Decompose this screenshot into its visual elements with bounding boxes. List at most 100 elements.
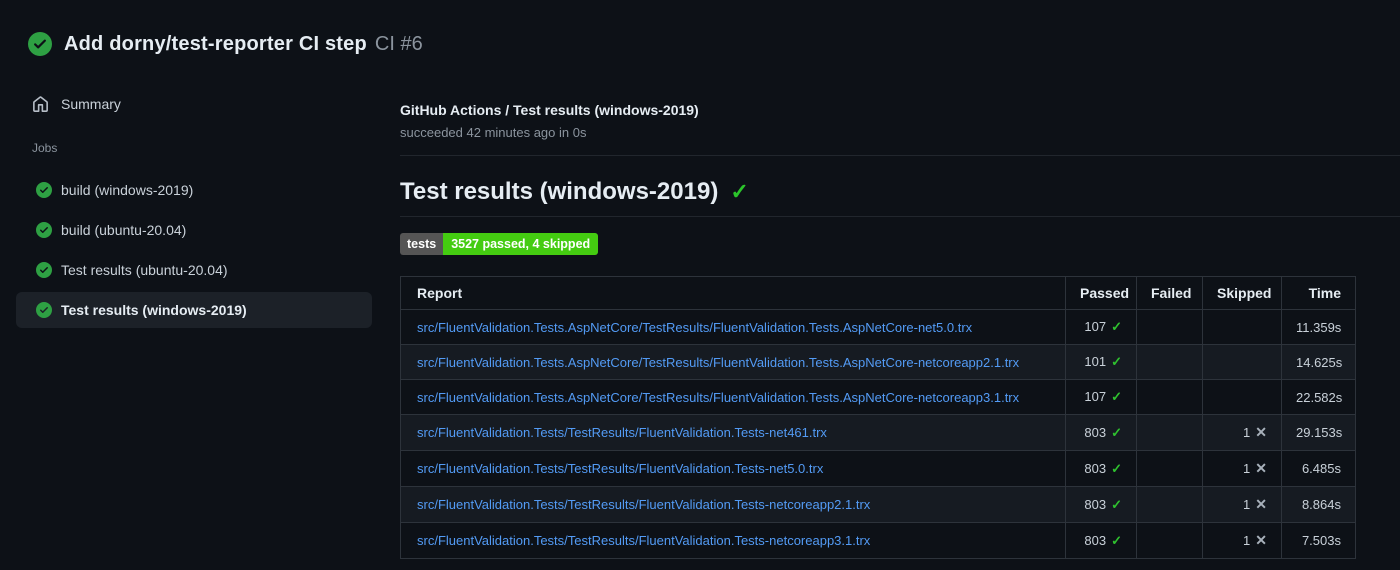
check-icon: ✓ (1111, 354, 1122, 369)
report-cell: src/FluentValidation.Tests/TestResults/F… (400, 486, 1066, 523)
column-header-skipped: Skipped (1202, 276, 1282, 310)
main-pane: GitHub Actions / Test results (windows-2… (400, 86, 1400, 559)
success-check-icon: ✓ (730, 179, 749, 204)
section-title: Test results (windows-2019) (400, 178, 719, 205)
time-cell: 14.625s (1281, 344, 1356, 380)
failed-cell (1136, 379, 1203, 415)
check-icon: ✓ (1111, 496, 1122, 512)
passed-cell: 803 ✓ (1065, 414, 1137, 451)
report-link[interactable]: src/FluentValidation.Tests/TestResults/F… (417, 425, 827, 440)
x-icon: ✕ (1255, 460, 1267, 476)
summary-label: Summary (61, 96, 121, 112)
report-link[interactable]: src/FluentValidation.Tests.AspNetCore/Te… (417, 320, 972, 335)
header-divider (400, 155, 1400, 156)
table-row: src/FluentValidation.Tests/TestResults/F… (400, 450, 1356, 487)
home-icon (33, 95, 48, 112)
time-cell: 7.503s (1281, 522, 1356, 559)
skipped-cell (1202, 379, 1282, 415)
sidebar-job-item[interactable]: Test results (windows-2019) (16, 292, 372, 328)
report-link[interactable]: src/FluentValidation.Tests.AspNetCore/Te… (417, 390, 1019, 405)
failed-cell (1136, 309, 1203, 345)
report-cell: src/FluentValidation.Tests.AspNetCore/Te… (400, 344, 1066, 380)
passed-cell: 101 ✓ (1065, 344, 1137, 380)
success-check-circle-icon (36, 182, 52, 198)
skipped-cell (1202, 344, 1282, 380)
job-label: Test results (windows-2019) (61, 302, 247, 318)
passed-cell: 107 ✓ (1065, 309, 1137, 345)
time-cell: 22.582s (1281, 379, 1356, 415)
test-results-table: Report Passed Failed Skipped Time src/Fl… (400, 276, 1356, 559)
job-label: Test results (ubuntu-20.04) (61, 262, 228, 278)
skipped-cell (1202, 309, 1282, 345)
passed-cell: 803 ✓ (1065, 486, 1137, 523)
report-cell: src/FluentValidation.Tests.AspNetCore/Te… (400, 309, 1066, 345)
sidebar-jobs-list: build (windows-2019) build (ubuntu-20.04… (16, 172, 400, 328)
x-icon: ✕ (1255, 496, 1267, 512)
failed-cell (1136, 344, 1203, 380)
table-row: src/FluentValidation.Tests/TestResults/F… (400, 486, 1356, 523)
run-number: CI #6 (374, 32, 423, 55)
report-cell: src/FluentValidation.Tests/TestResults/F… (400, 414, 1066, 451)
check-run-title: GitHub Actions / Test results (windows-2… (400, 102, 699, 118)
failed-cell (1136, 522, 1203, 559)
report-cell: src/FluentValidation.Tests/TestResults/F… (400, 522, 1066, 559)
column-header-report: Report (400, 276, 1066, 310)
report-link[interactable]: src/FluentValidation.Tests.AspNetCore/Te… (417, 355, 1019, 370)
time-cell: 29.153s (1281, 414, 1356, 451)
time-cell: 11.359s (1281, 309, 1356, 345)
sidebar-item-summary[interactable]: Summary (16, 86, 400, 122)
sidebar-job-item[interactable]: build (windows-2019) (16, 172, 372, 208)
success-check-circle-icon (36, 302, 52, 318)
table-body: src/FluentValidation.Tests.AspNetCore/Te… (400, 309, 1356, 559)
sidebar-job-item[interactable]: Test results (ubuntu-20.04) (16, 252, 372, 288)
table-header-row: Report Passed Failed Skipped Time (400, 276, 1356, 310)
workflow-run-header: Add dorny/test-reporter CI step CI #6 (0, 0, 1400, 56)
column-header-failed: Failed (1136, 276, 1203, 310)
skipped-cell: 1 ✕ (1202, 522, 1282, 559)
x-icon: ✕ (1255, 424, 1267, 440)
report-cell: src/FluentValidation.Tests/TestResults/F… (400, 450, 1066, 487)
table-row: src/FluentValidation.Tests.AspNetCore/Te… (400, 309, 1356, 345)
table-row: src/FluentValidation.Tests.AspNetCore/Te… (400, 344, 1356, 380)
table-row: src/FluentValidation.Tests/TestResults/F… (400, 414, 1356, 451)
sidebar: Summary Jobs build (windows-2019) build … (0, 86, 400, 559)
check-run-status: succeeded 42 minutes ago in 0s (400, 125, 587, 140)
check-icon: ✓ (1111, 532, 1122, 548)
column-header-passed: Passed (1065, 276, 1137, 310)
run-title: Add dorny/test-reporter CI step (64, 32, 367, 55)
passed-cell: 107 ✓ (1065, 379, 1137, 415)
x-icon: ✕ (1255, 532, 1267, 548)
table-row: src/FluentValidation.Tests/TestResults/F… (400, 522, 1356, 559)
table-header: Report Passed Failed Skipped Time (400, 276, 1356, 310)
badge-label: tests (400, 233, 444, 255)
success-check-circle-icon (28, 32, 52, 56)
skipped-cell: 1 ✕ (1202, 450, 1282, 487)
tests-badge: tests 3527 passed, 4 skipped (400, 233, 599, 255)
badge-value: 3527 passed, 4 skipped (443, 233, 599, 255)
failed-cell (1136, 414, 1203, 451)
success-check-circle-icon (36, 262, 52, 278)
skipped-cell: 1 ✕ (1202, 414, 1282, 451)
passed-cell: 803 ✓ (1065, 450, 1137, 487)
failed-cell (1136, 486, 1203, 523)
jobs-section-label: Jobs (32, 141, 58, 155)
heading-divider (400, 216, 1400, 217)
report-link[interactable]: src/FluentValidation.Tests/TestResults/F… (417, 497, 870, 512)
check-icon: ✓ (1111, 460, 1122, 476)
page-layout: Summary Jobs build (windows-2019) build … (0, 86, 1400, 559)
passed-cell: 803 ✓ (1065, 522, 1137, 559)
check-icon: ✓ (1111, 319, 1122, 334)
table-row: src/FluentValidation.Tests.AspNetCore/Te… (400, 379, 1356, 415)
failed-cell (1136, 450, 1203, 487)
success-check-circle-icon (36, 222, 52, 238)
report-cell: src/FluentValidation.Tests.AspNetCore/Te… (400, 379, 1066, 415)
report-link[interactable]: src/FluentValidation.Tests/TestResults/F… (417, 533, 870, 548)
job-label: build (ubuntu-20.04) (61, 222, 187, 238)
job-label: build (windows-2019) (61, 182, 194, 198)
check-icon: ✓ (1111, 389, 1122, 404)
time-cell: 6.485s (1281, 450, 1356, 487)
section-heading: Test results (windows-2019) ✓ (400, 178, 1400, 206)
sidebar-job-item[interactable]: build (ubuntu-20.04) (16, 212, 372, 248)
report-link[interactable]: src/FluentValidation.Tests/TestResults/F… (417, 461, 823, 476)
time-cell: 8.864s (1281, 486, 1356, 523)
